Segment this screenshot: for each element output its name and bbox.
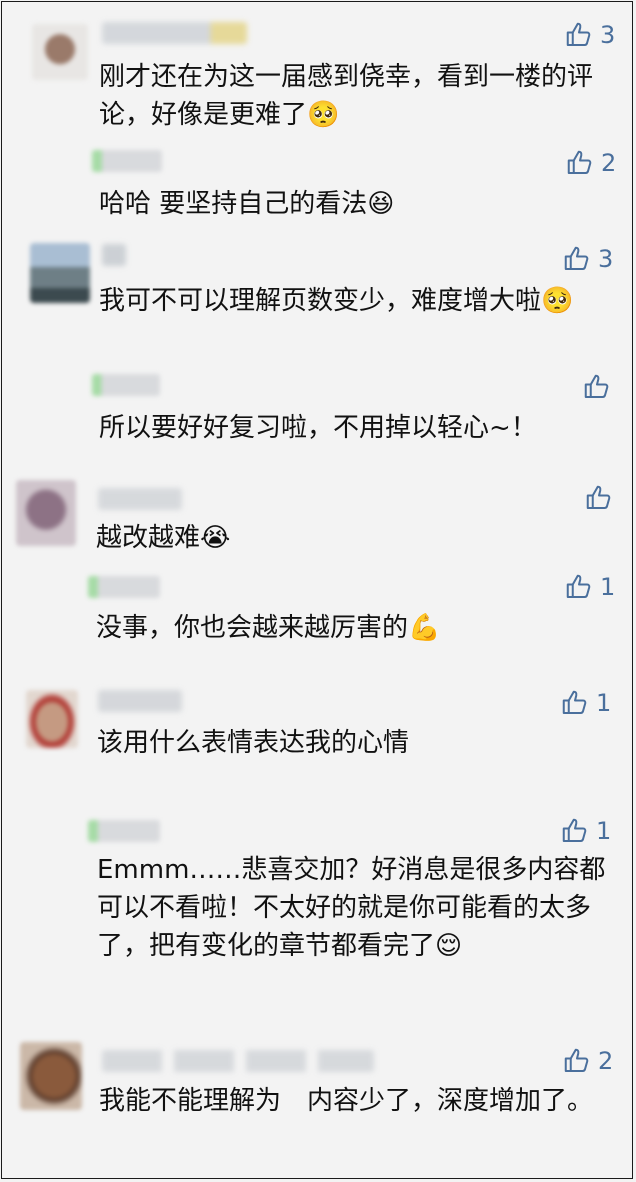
avatar[interactable] xyxy=(20,1042,82,1110)
like-count: 3 xyxy=(598,245,614,273)
commenter-name[interactable] xyxy=(102,1050,374,1072)
thumbs-up-icon xyxy=(560,816,590,846)
comment-text: 该用什么表情表达我的心情 xyxy=(97,728,410,758)
like-button[interactable]: 2 xyxy=(562,1046,613,1076)
thumbs-up-icon xyxy=(565,148,595,178)
thumbs-up-icon xyxy=(562,244,592,274)
reply-like-button[interactable] xyxy=(582,372,618,402)
like-count: 1 xyxy=(600,573,616,601)
like-count: 2 xyxy=(598,1047,614,1075)
thumbs-up-icon xyxy=(564,572,594,602)
commenter-name[interactable] xyxy=(102,244,126,266)
thumbs-up-icon xyxy=(560,688,590,718)
reply-text: Emmm……悲喜交加？好消息是很多内容都可以不看啦！不太好的就是你可能看的太多了… xyxy=(97,855,606,961)
reply-author-name[interactable] xyxy=(88,576,160,598)
thumbs-up-icon xyxy=(582,372,612,402)
like-count: 1 xyxy=(596,817,612,845)
avatar[interactable] xyxy=(30,243,90,303)
reply-text: 所以要好好复习啦，不用掉以轻心~！ xyxy=(99,413,537,443)
thumbs-up-icon xyxy=(564,20,594,50)
reply-text: 哈哈 要坚持自己的看法😆 xyxy=(99,189,395,219)
commenter-name[interactable] xyxy=(102,22,247,44)
thumbs-up-icon xyxy=(584,483,614,513)
like-button[interactable]: 3 xyxy=(562,244,613,274)
reply-author-name[interactable] xyxy=(92,150,162,172)
like-button[interactable] xyxy=(584,483,620,513)
commenter-name[interactable] xyxy=(98,488,182,510)
avatar[interactable] xyxy=(32,24,88,80)
comment-text: 我能不能理解为 内容少了，深度增加了。 xyxy=(99,1086,594,1116)
avatar[interactable] xyxy=(16,480,76,546)
like-count: 1 xyxy=(596,689,612,717)
comment-text: 越改越难😭 xyxy=(96,523,231,553)
reply-text: 没事，你也会越来越厉害的💪 xyxy=(96,613,441,643)
reply-like-button[interactable]: 1 xyxy=(560,816,611,846)
like-count: 2 xyxy=(601,149,617,177)
comment-list: 3 刚才还在为这一届感到侥幸，看到一楼的评论，好像是更难了🥺 2 哈哈 要坚持自… xyxy=(1,1,633,1179)
comment-text: 刚才还在为这一届感到侥幸，看到一楼的评论，好像是更难了🥺 xyxy=(99,62,594,130)
reply-like-button[interactable]: 2 xyxy=(565,148,616,178)
commenter-name[interactable] xyxy=(98,690,182,712)
like-button[interactable]: 1 xyxy=(560,688,611,718)
reply-author-name[interactable] xyxy=(92,374,160,396)
comment-text: 我可不可以理解页数变少，难度增大啦🥺 xyxy=(99,286,574,316)
like-count: 3 xyxy=(600,21,616,49)
like-button[interactable]: 3 xyxy=(564,20,615,50)
reply-like-button[interactable]: 1 xyxy=(564,572,615,602)
avatar[interactable] xyxy=(26,690,78,748)
reply-author-name[interactable] xyxy=(88,820,160,842)
thumbs-up-icon xyxy=(562,1046,592,1076)
